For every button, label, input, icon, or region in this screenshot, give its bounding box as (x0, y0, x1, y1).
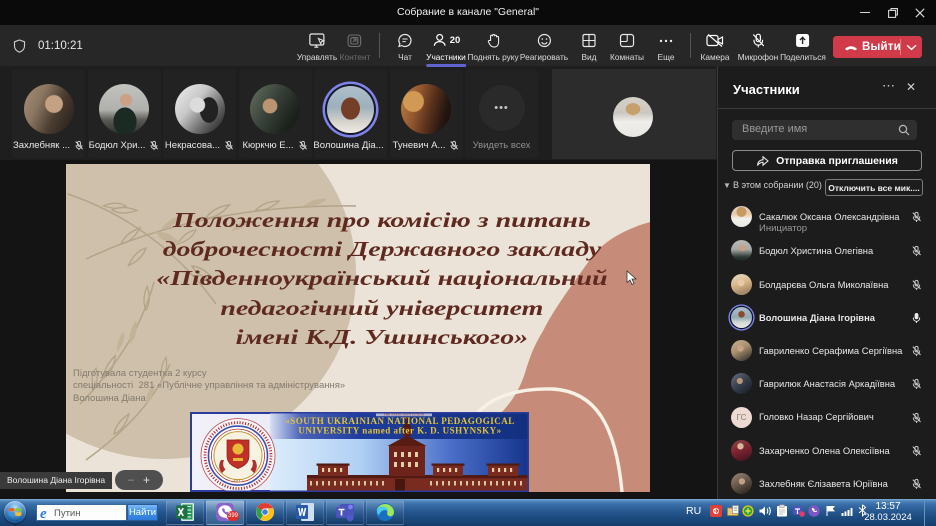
svg-text:UNIVERSITY named after K. D. U: UNIVERSITY named after K. D. USHYNSKY» (298, 426, 501, 436)
svg-text:1817: 1817 (233, 480, 244, 485)
